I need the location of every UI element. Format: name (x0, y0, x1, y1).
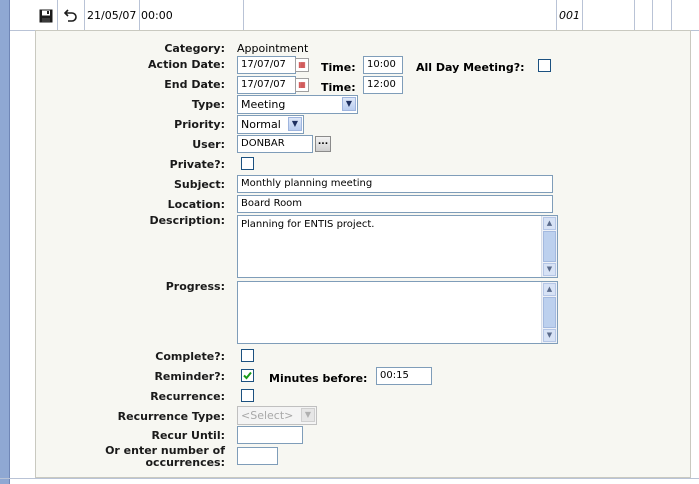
bottom-divider (0, 478, 699, 479)
description-textarea[interactable]: Planning for ENTIS project. ▲ ▼ (237, 215, 558, 278)
scroll-up-icon[interactable]: ▲ (543, 283, 556, 296)
empty-cell-3 (635, 0, 653, 30)
occurrences-label-line2: occurrences: (145, 456, 226, 469)
location-label: Location: (167, 198, 225, 211)
occurrences-label: Or enter number of occurrences: (45, 445, 225, 469)
subject-field[interactable]: Monthly planning meeting (237, 175, 553, 193)
recurrence-type-selected: <Select> (241, 409, 294, 422)
minutes-before-label: Minutes before: (269, 372, 368, 385)
scroll-up-icon[interactable]: ▲ (543, 217, 556, 230)
end-time-field[interactable]: 12:00 (363, 76, 403, 94)
priority-select[interactable]: Normal ▼ (237, 115, 304, 134)
recur-until-label: Recur Until: (151, 429, 226, 442)
occurrences-field[interactable] (237, 447, 278, 465)
save-icon[interactable] (39, 9, 53, 23)
reminder-checkbox[interactable] (241, 369, 254, 382)
category-value: Appointment (237, 42, 309, 55)
type-label: Type: (191, 98, 225, 111)
recurrence-type-label: Recurrence Type: (117, 410, 225, 423)
progress-textarea[interactable]: ▲ ▼ (237, 281, 558, 344)
calendar-icon[interactable]: ▦ (295, 78, 309, 92)
description-text: Planning for ENTIS project. (241, 219, 375, 230)
save-cell (34, 0, 58, 30)
chevron-down-icon[interactable]: ▼ (301, 408, 315, 422)
end-date-field[interactable]: 17/07/07 (237, 76, 296, 94)
recur-until-field[interactable] (237, 426, 303, 444)
progress-label: Progress: (165, 280, 225, 293)
undo-cell (58, 0, 85, 30)
action-date-label: Action Date: (148, 58, 225, 71)
empty-cell-4 (653, 0, 672, 30)
progress-scrollbar[interactable]: ▲ ▼ (541, 282, 557, 343)
end-date-label: End Date: (164, 78, 225, 91)
recurrence-type-select[interactable]: <Select> ▼ (237, 406, 317, 425)
recurrence-checkbox[interactable] (241, 389, 254, 402)
reminder-label: Reminder?: (154, 370, 225, 383)
recurrence-label: Recurrence: (150, 390, 225, 403)
user-lookup-button[interactable]: ... (315, 136, 331, 152)
private-checkbox[interactable] (241, 157, 254, 170)
left-edge-strip (0, 0, 10, 484)
scroll-down-icon[interactable]: ▼ (543, 263, 556, 276)
complete-checkbox[interactable] (241, 349, 254, 362)
empty-cell-2 (583, 0, 635, 30)
location-field[interactable]: Board Room (237, 195, 553, 213)
row-date: 21/05/07 (87, 9, 137, 22)
user-field[interactable]: DONBAR (237, 135, 313, 153)
check-icon (243, 371, 252, 380)
complete-label: Complete?: (155, 350, 225, 363)
calendar-icon[interactable]: ▦ (295, 58, 309, 72)
scroll-thumb[interactable] (543, 297, 556, 328)
user-label: User: (192, 138, 225, 151)
scroll-thumb[interactable] (543, 231, 556, 262)
minutes-before-field[interactable]: 00:15 (376, 367, 432, 385)
scroll-down-icon[interactable]: ▼ (543, 329, 556, 342)
record-row[interactable]: 21/05/07 00:00 001 (10, 0, 699, 31)
all-day-checkbox[interactable] (538, 59, 551, 72)
row-time: 00:00 (141, 9, 173, 22)
category-label: Category: (164, 42, 225, 55)
all-day-label: All Day Meeting?: (416, 61, 525, 74)
private-label: Private?: (169, 158, 225, 171)
action-date-field[interactable]: 17/07/07 (237, 56, 296, 74)
description-scrollbar[interactable]: ▲ ▼ (541, 216, 557, 277)
description-label: Description: (149, 214, 225, 227)
priority-selected: Normal (241, 118, 281, 131)
chevron-down-icon[interactable]: ▼ (342, 97, 356, 111)
end-time-label: Time: (321, 81, 356, 94)
date-cell: 21/05/07 (85, 0, 140, 30)
row-code: 001 (559, 9, 580, 22)
empty-cell (244, 0, 557, 30)
type-select[interactable]: Meeting ▼ (237, 95, 358, 114)
priority-label: Priority: (174, 118, 225, 131)
code-cell: 001 (557, 0, 583, 30)
action-time-label: Time: (321, 61, 356, 74)
type-selected: Meeting (241, 98, 286, 111)
chevron-down-icon[interactable]: ▼ (288, 117, 302, 131)
action-time-field[interactable]: 10:00 (363, 56, 403, 74)
subject-label: Subject: (173, 178, 225, 191)
time-cell: 00:00 (140, 0, 244, 30)
undo-icon[interactable] (64, 8, 78, 23)
